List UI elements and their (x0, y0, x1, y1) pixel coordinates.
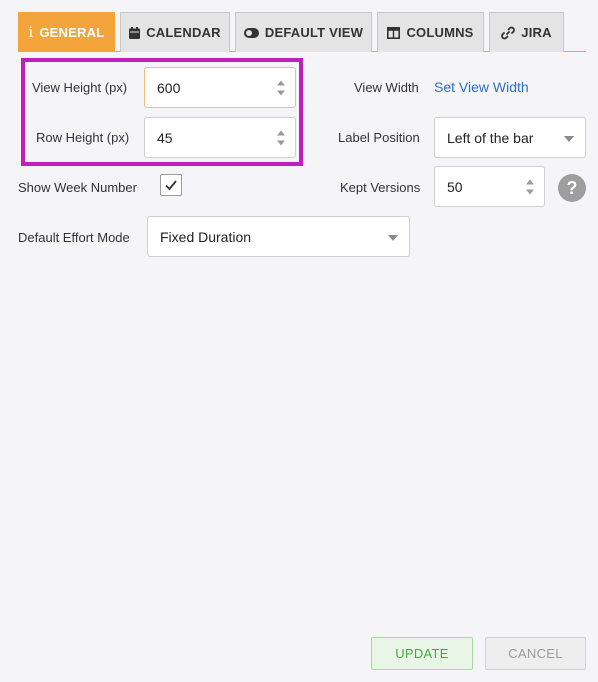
row-height-stepper[interactable] (277, 130, 285, 145)
chevron-down-icon (388, 234, 398, 241)
settings-tabs: i GENERAL CALENDAR DEFAULT VIEW COLUMNS … (18, 12, 586, 52)
link-icon (501, 26, 516, 40)
row-height-value: 45 (157, 129, 173, 146)
stepper-down-icon[interactable] (277, 90, 285, 95)
kept-versions-stepper[interactable] (526, 179, 534, 194)
set-view-width-link[interactable]: Set View Width (434, 79, 529, 95)
label-position-select[interactable]: Left of the bar (434, 117, 586, 158)
view-height-input[interactable]: 600 (144, 67, 296, 108)
info-icon: i (28, 24, 34, 41)
tab-columns-label: COLUMNS (406, 25, 474, 40)
tab-general-label: GENERAL (39, 25, 105, 40)
row-height-label: Row Height (px) (36, 130, 130, 145)
default-effort-mode-select[interactable]: Fixed Duration (147, 216, 410, 257)
columns-icon (387, 26, 401, 39)
default-effort-mode-label: Default Effort Mode (18, 230, 130, 245)
tab-default-view-label: DEFAULT VIEW (264, 25, 364, 40)
show-week-number-checkbox[interactable] (160, 174, 182, 196)
kept-versions-input[interactable]: 50 (434, 166, 545, 207)
stepper-down-icon[interactable] (526, 189, 534, 194)
tab-jira[interactable]: JIRA (489, 12, 564, 52)
tab-calendar-label: CALENDAR (146, 25, 221, 40)
show-week-number-label: Show Week Number (18, 180, 137, 195)
stepper-up-icon[interactable] (526, 179, 534, 184)
kept-versions-value: 50 (447, 178, 463, 195)
label-position-value: Left of the bar (447, 129, 534, 146)
tab-calendar[interactable]: CALENDAR (120, 12, 230, 52)
checkmark-icon (165, 180, 177, 191)
stepper-up-icon[interactable] (277, 80, 285, 85)
view-height-label: View Height (px) (32, 80, 128, 95)
label-position-label: Label Position (338, 130, 420, 145)
calendar-icon (129, 26, 141, 39)
row-height-input[interactable]: 45 (144, 117, 296, 158)
default-effort-mode-value: Fixed Duration (160, 228, 252, 245)
cancel-button[interactable]: CANCEL (485, 637, 586, 670)
tab-general[interactable]: i GENERAL (18, 12, 115, 52)
chevron-down-icon (564, 135, 574, 142)
view-height-stepper[interactable] (277, 80, 285, 95)
update-button[interactable]: UPDATE (371, 637, 473, 670)
kept-versions-label: Kept Versions (340, 180, 421, 195)
tab-default-view[interactable]: DEFAULT VIEW (235, 12, 372, 52)
toggle-icon (243, 27, 259, 38)
stepper-up-icon[interactable] (277, 130, 285, 135)
tab-columns[interactable]: COLUMNS (377, 12, 484, 52)
view-width-label: View Width (354, 80, 419, 95)
help-icon[interactable]: ? (558, 174, 586, 202)
stepper-down-icon[interactable] (277, 140, 285, 145)
view-height-value: 600 (157, 79, 181, 96)
tab-jira-label: JIRA (521, 25, 552, 40)
